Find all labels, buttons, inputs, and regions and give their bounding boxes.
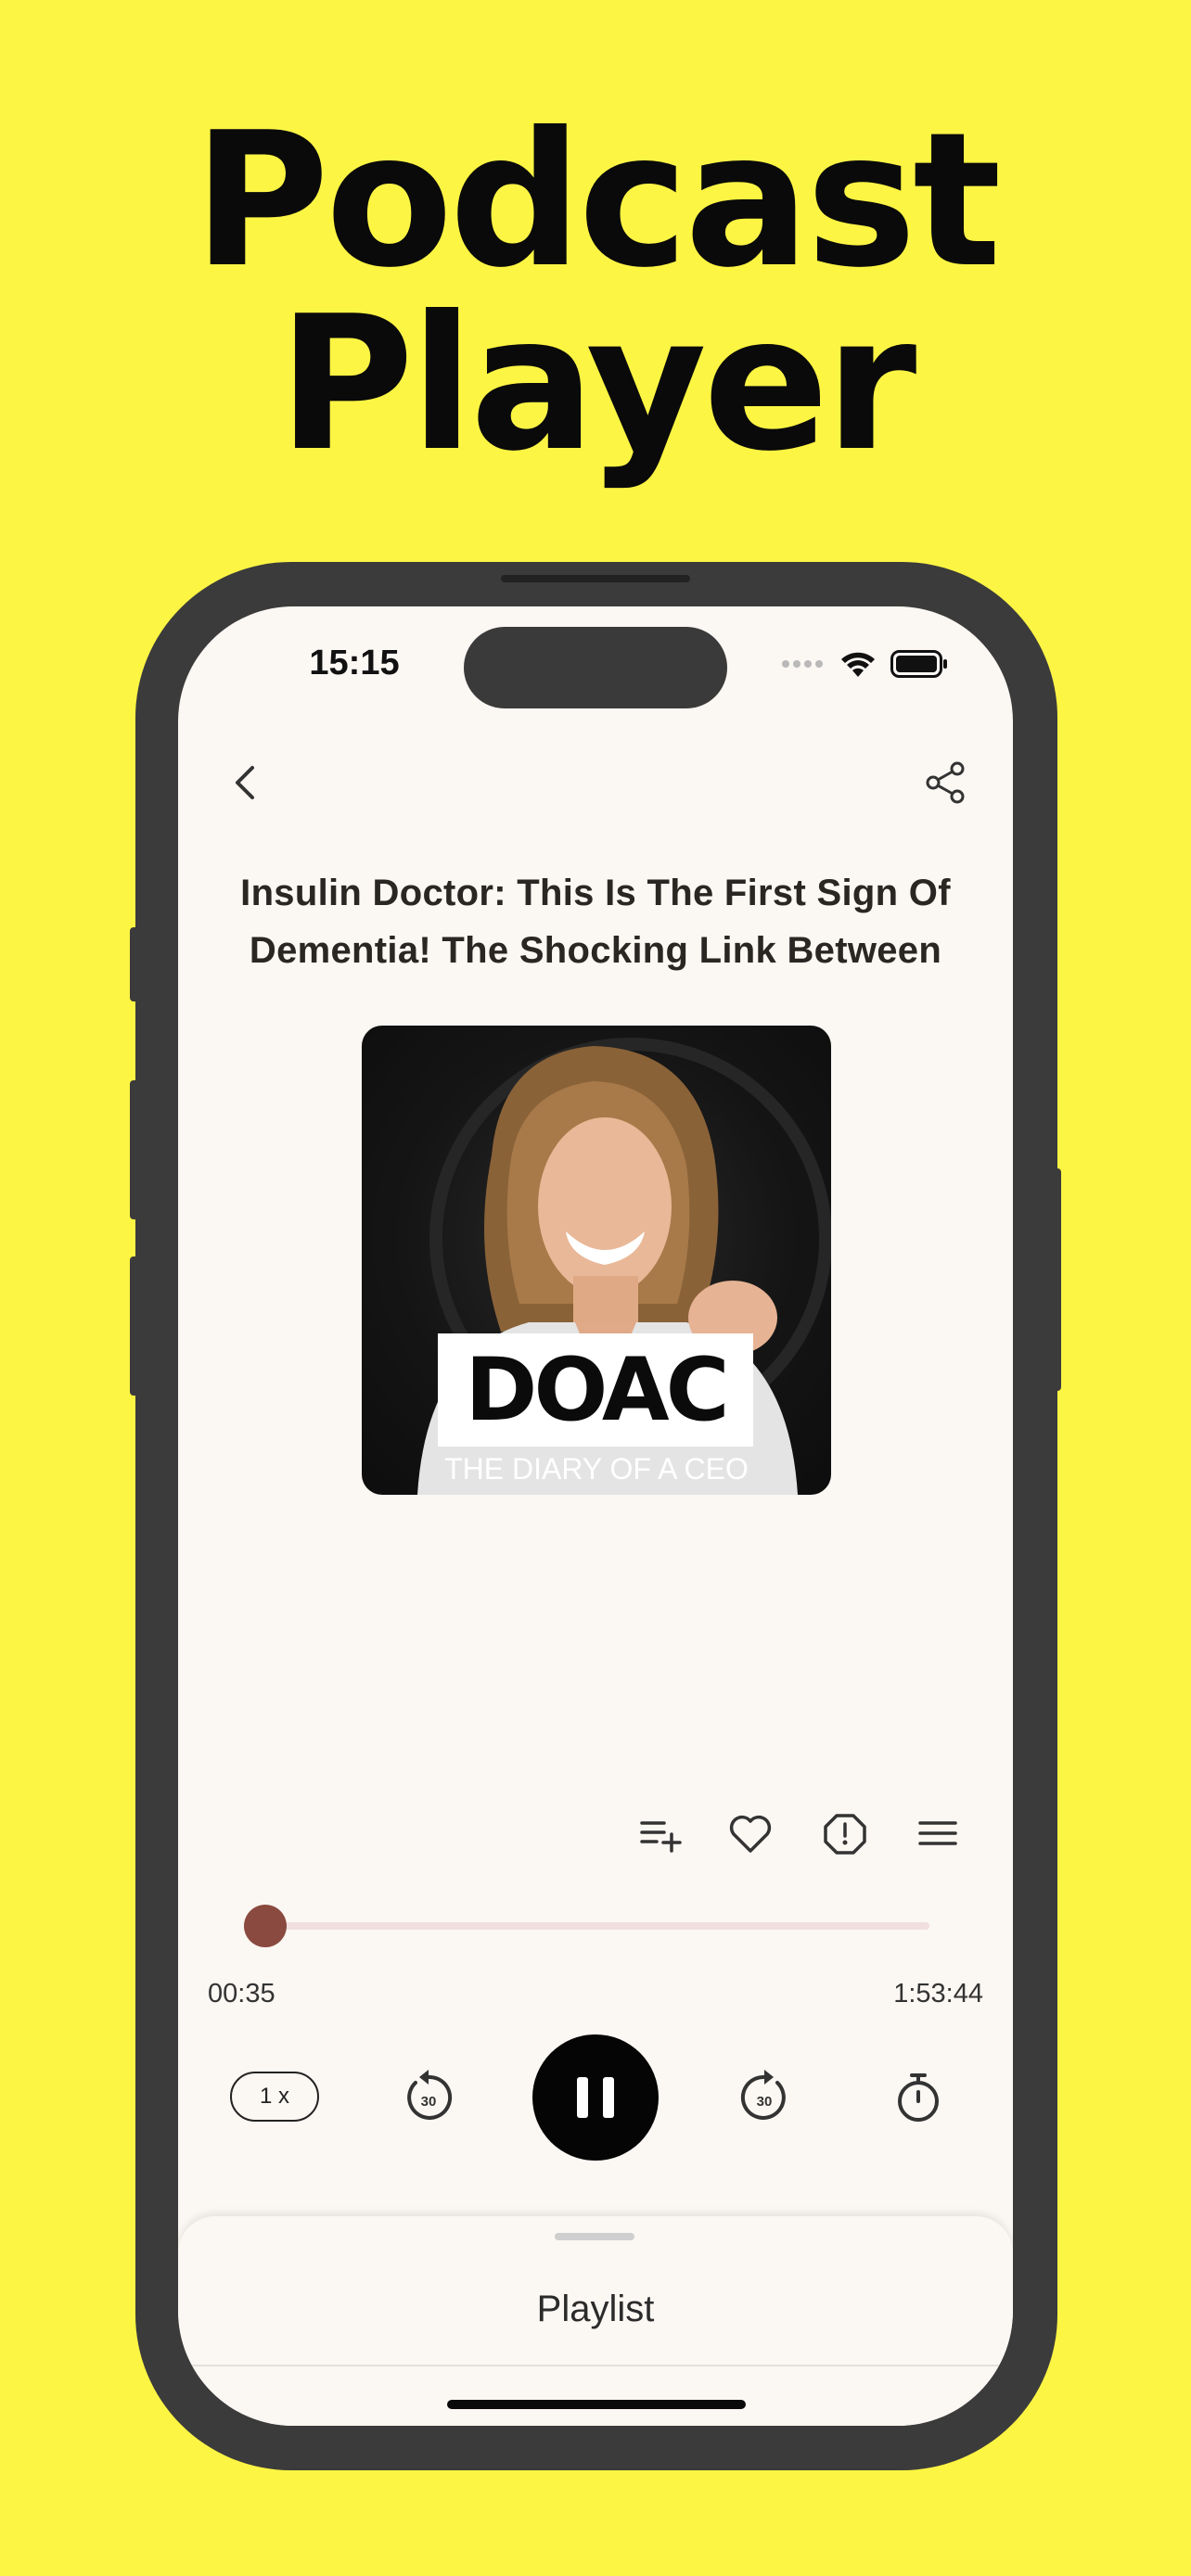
progress-thumb[interactable]: [243, 1905, 287, 1947]
add-to-queue-icon: [640, 1821, 682, 1853]
artwork-caption: THE DIARY OF A CEO: [444, 1452, 749, 1486]
pause-icon: [577, 2077, 614, 2118]
rewind-label: 30: [421, 2094, 437, 2110]
phone-speaker: [501, 575, 690, 582]
elapsed-time: 00:35: [208, 1979, 275, 2009]
playlist-sheet[interactable]: Playlist: [178, 2216, 1013, 2426]
chevron-left-icon: [236, 766, 254, 799]
promo-headline: Podcast Player: [0, 93, 1191, 492]
promo-line-2: Player: [277, 276, 917, 492]
share-button[interactable]: [920, 757, 972, 809]
menu-button[interactable]: [909, 1804, 967, 1862]
speed-button[interactable]: 1 x: [230, 2072, 319, 2122]
heart-icon: [729, 1815, 772, 1853]
progress-track[interactable]: [262, 1922, 929, 1930]
episode-actions: [178, 1804, 1013, 1869]
pause-button[interactable]: [532, 2034, 659, 2161]
playlist-title[interactable]: Playlist: [178, 2289, 1013, 2330]
menu-icon: [918, 1821, 957, 1845]
promo-line-1: Podcast: [193, 93, 1001, 309]
battery-icon: [890, 650, 947, 678]
share-icon: [926, 761, 965, 804]
back-button[interactable]: [221, 757, 273, 809]
favorite-button[interactable]: [722, 1804, 779, 1862]
status-icons: [781, 645, 948, 682]
home-indicator[interactable]: [447, 2400, 746, 2409]
artwork-logo-text: DOAC: [465, 1339, 729, 1441]
playback-controls: 1 x 30 30: [178, 2034, 1013, 2164]
rewind-30-icon: 30: [407, 2070, 453, 2120]
signal-dots-icon: [782, 660, 823, 668]
wifi-icon: [841, 652, 875, 677]
app-screen: 15:15 Insulin Doctor: This Is The First …: [178, 606, 1013, 2426]
episode-artwork: DOAC THE DIARY OF A CEO: [362, 1026, 831, 1495]
episode-title: Insulin Doctor: This Is The First Sign O…: [240, 873, 951, 971]
dynamic-island: [464, 627, 727, 708]
timer-icon: [898, 2073, 939, 2122]
add-to-queue-button[interactable]: [631, 1804, 688, 1862]
total-duration: 1:53:44: [893, 1979, 983, 2009]
artwork-logo-box: DOAC: [438, 1333, 753, 1447]
report-button[interactable]: [816, 1804, 874, 1862]
forward-30-icon: 30: [740, 2070, 786, 2120]
sheet-divider: [178, 2365, 1013, 2366]
sleep-timer-button[interactable]: [887, 2066, 950, 2129]
forward-30-button[interactable]: 30: [733, 2066, 796, 2129]
speed-label: 1 x: [259, 2084, 289, 2109]
rewind-30-button[interactable]: 30: [397, 2066, 460, 2129]
report-icon: [824, 1814, 866, 1855]
status-time: 15:15: [309, 644, 400, 682]
forward-label: 30: [757, 2094, 773, 2110]
sheet-grabber[interactable]: [555, 2233, 634, 2240]
